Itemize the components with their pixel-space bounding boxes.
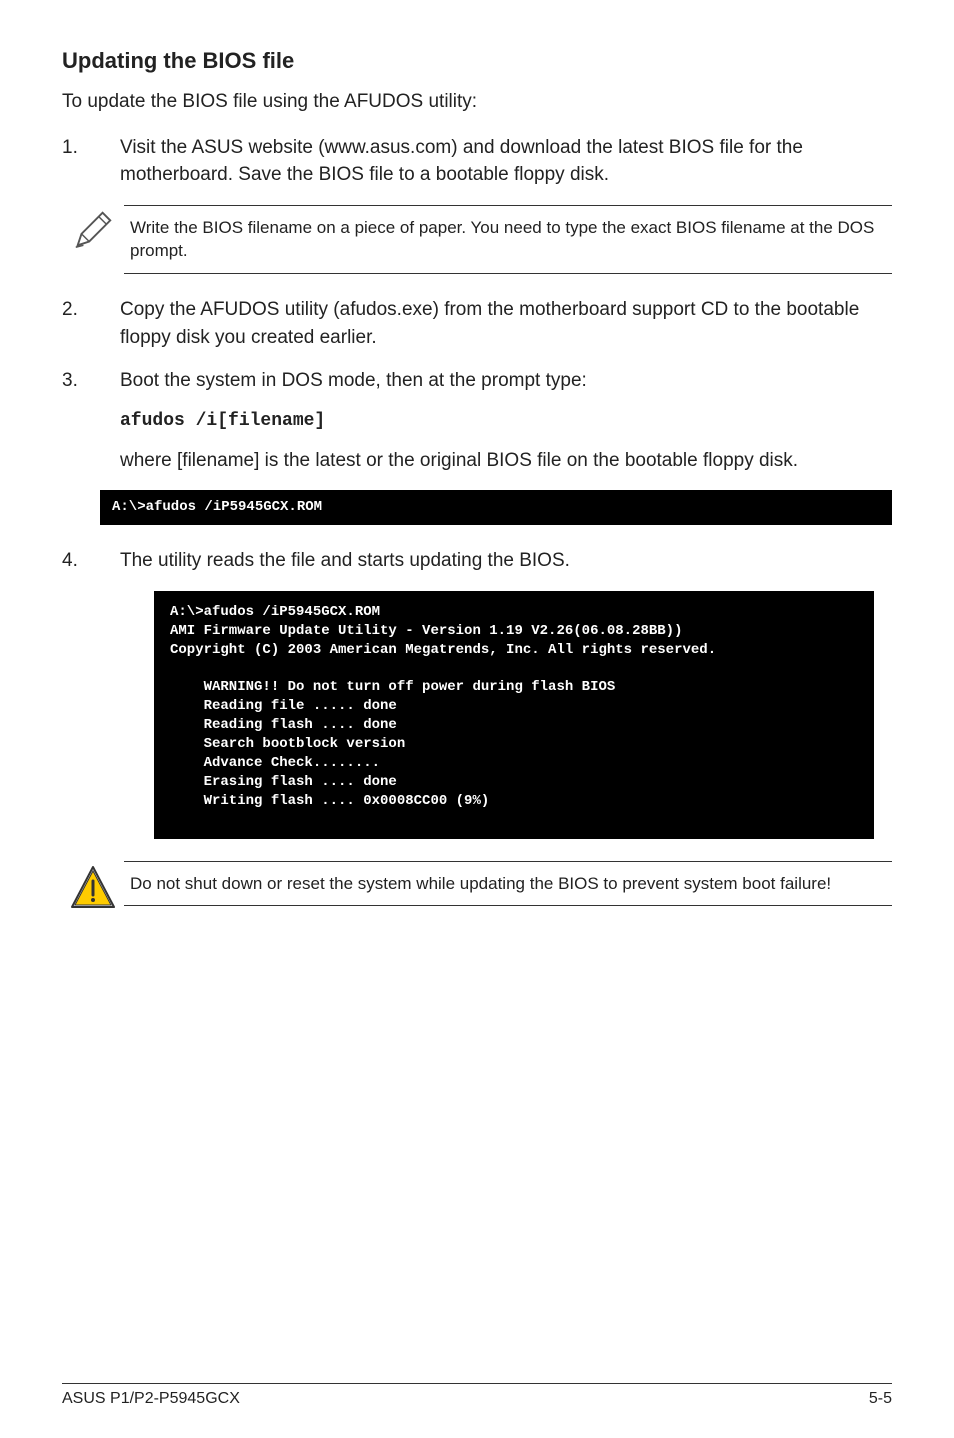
step-number: 3.	[62, 367, 120, 395]
warning-box: Do not shut down or reset the system whi…	[62, 861, 892, 913]
intro-text: To update the BIOS file using the AFUDOS…	[62, 88, 892, 116]
step-2: 2. Copy the AFUDOS utility (afudos.exe) …	[62, 296, 892, 351]
terminal-output-1: A:\>afudos /iP5945GCX.ROM	[100, 490, 892, 525]
step-4: 4. The utility reads the file and starts…	[62, 547, 892, 575]
step-number: 1.	[62, 134, 120, 189]
section-heading: Updating the BIOS file	[62, 48, 892, 74]
warning-text: Do not shut down or reset the system whi…	[124, 861, 892, 907]
step-text: The utility reads the file and starts up…	[120, 547, 892, 575]
step-3: 3. Boot the system in DOS mode, then at …	[62, 367, 892, 395]
page-footer: ASUS P1/P2-P5945GCX 5-5	[62, 1383, 892, 1408]
pencil-icon	[62, 205, 124, 253]
footer-left: ASUS P1/P2-P5945GCX	[62, 1390, 240, 1408]
footer-right: 5-5	[869, 1390, 892, 1408]
note-pencil: Write the BIOS filename on a piece of pa…	[62, 205, 892, 275]
note-text: Write the BIOS filename on a piece of pa…	[124, 205, 892, 275]
step-text: Boot the system in DOS mode, then at the…	[120, 367, 892, 395]
step-text: Visit the ASUS website (www.asus.com) an…	[120, 134, 892, 189]
terminal-output-2: A:\>afudos /iP5945GCX.ROM AMI Firmware U…	[154, 591, 874, 839]
step-number: 2.	[62, 296, 120, 351]
step-text: Copy the AFUDOS utility (afudos.exe) fro…	[120, 296, 892, 351]
warning-icon	[62, 861, 124, 913]
code-command: afudos /i[filename]	[120, 411, 892, 431]
step-number-empty	[62, 447, 120, 475]
step-text: where [filename] is the latest or the or…	[120, 447, 892, 475]
step-number: 4.	[62, 547, 120, 575]
step-3-continued: where [filename] is the latest or the or…	[62, 447, 892, 475]
step-1: 1. Visit the ASUS website (www.asus.com)…	[62, 134, 892, 189]
